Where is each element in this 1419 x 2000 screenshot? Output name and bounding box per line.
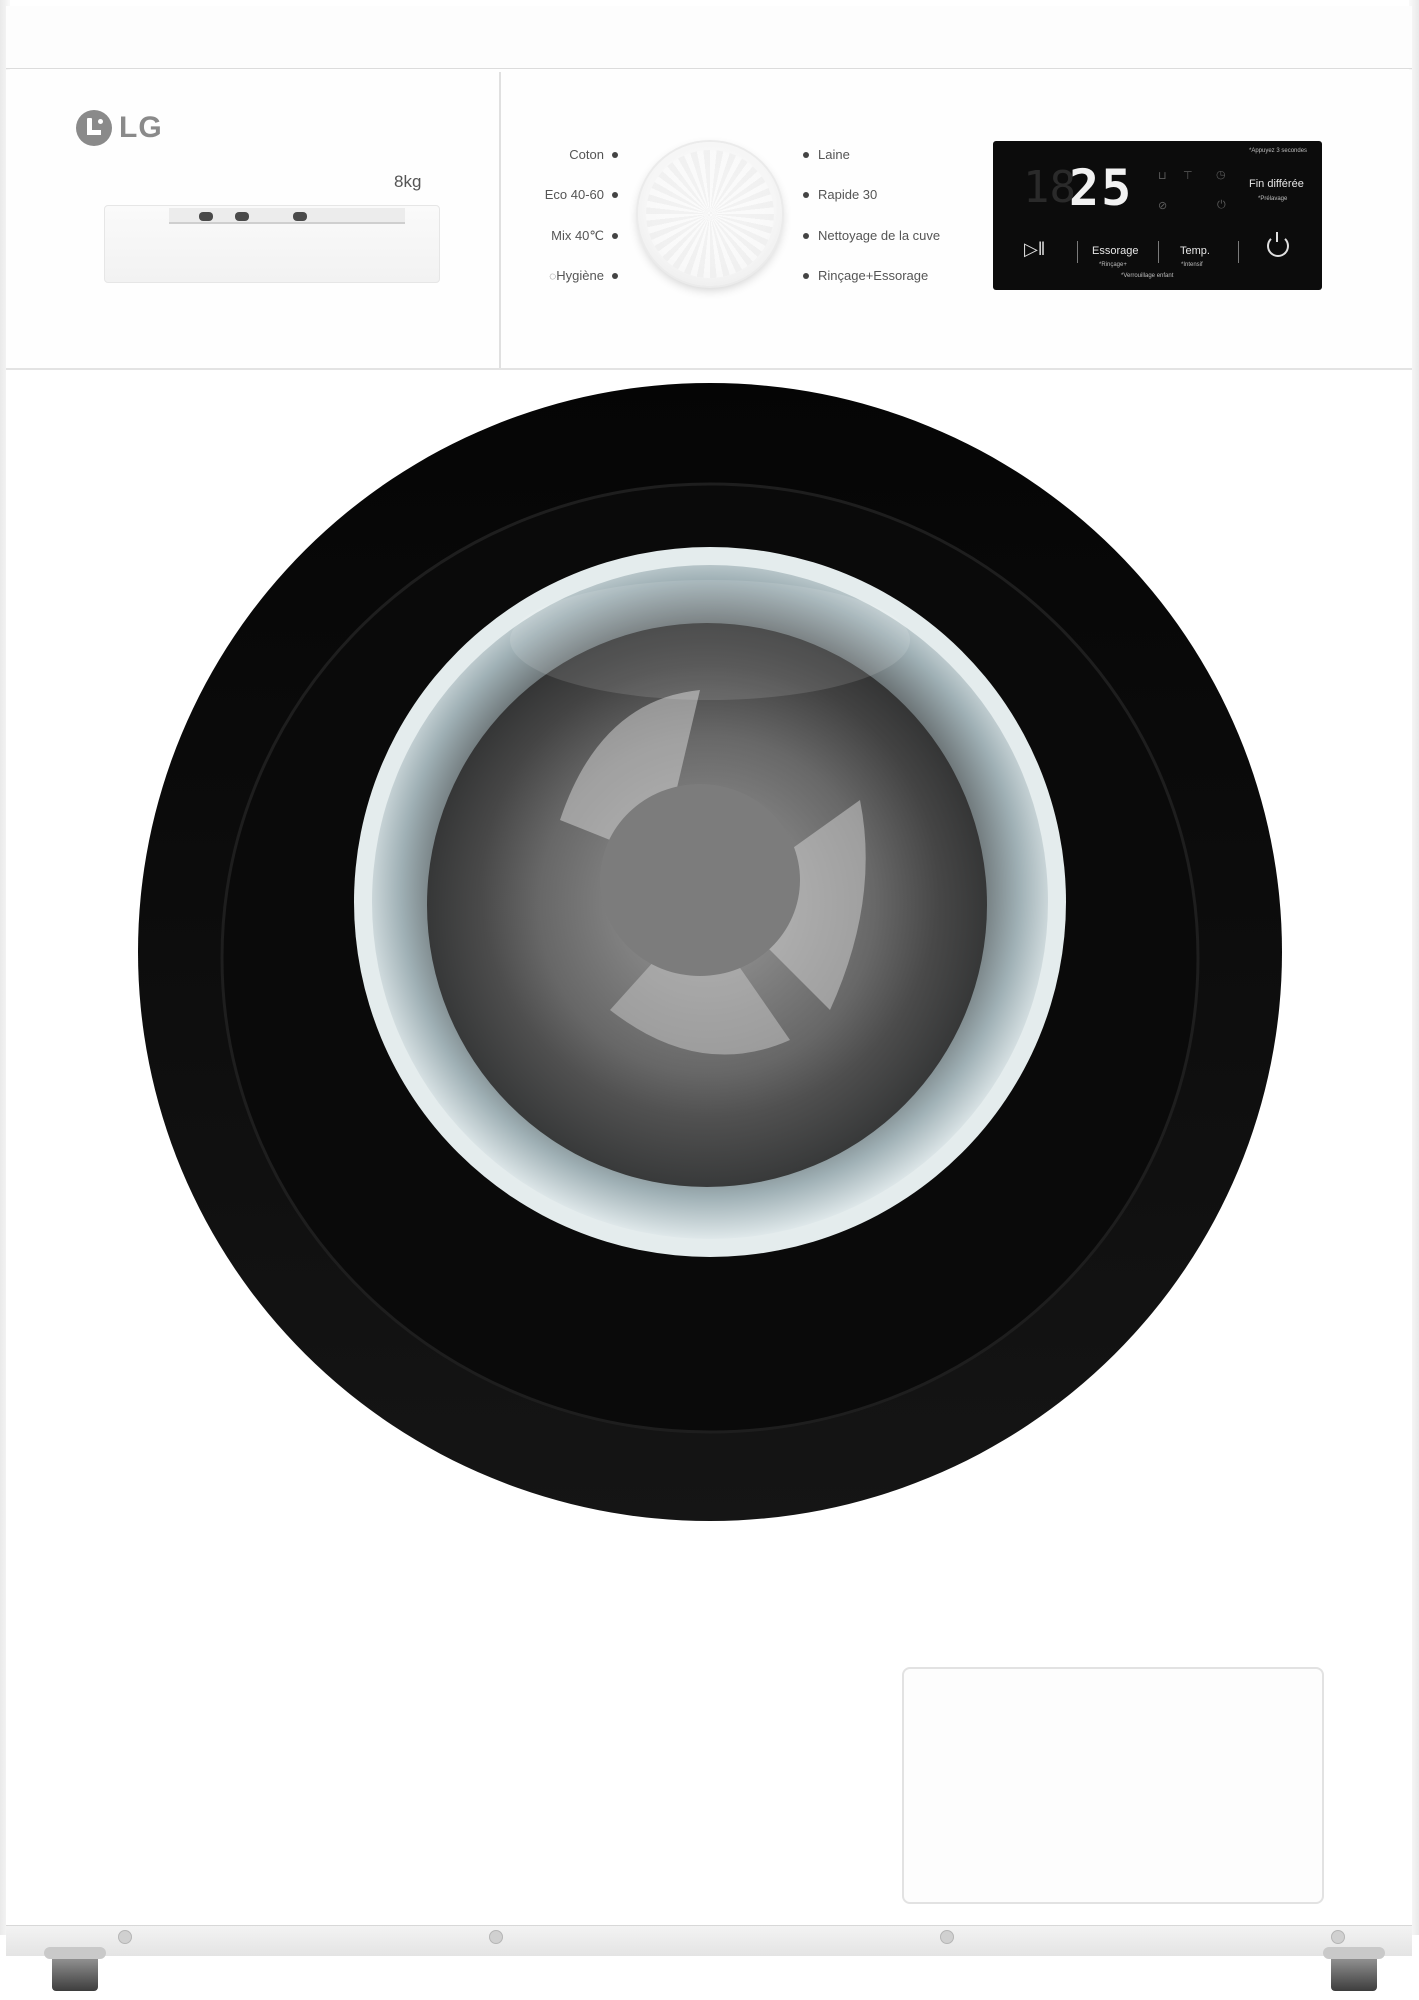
drum-center: [600, 784, 800, 976]
screw: [1331, 1930, 1345, 1944]
screw: [489, 1930, 503, 1944]
leveling-foot: [1323, 1947, 1385, 1991]
base-plinth: [6, 1925, 1412, 1956]
screw: [118, 1930, 132, 1944]
screw: [940, 1930, 954, 1944]
glass-highlight: [510, 580, 910, 700]
leveling-foot: [44, 1947, 106, 1991]
filter-access-hatch[interactable]: [902, 1667, 1324, 1904]
washing-machine: LG 8kg Coton Eco 40-60 Mix 40℃ ◌Hygiène …: [0, 0, 1419, 2000]
